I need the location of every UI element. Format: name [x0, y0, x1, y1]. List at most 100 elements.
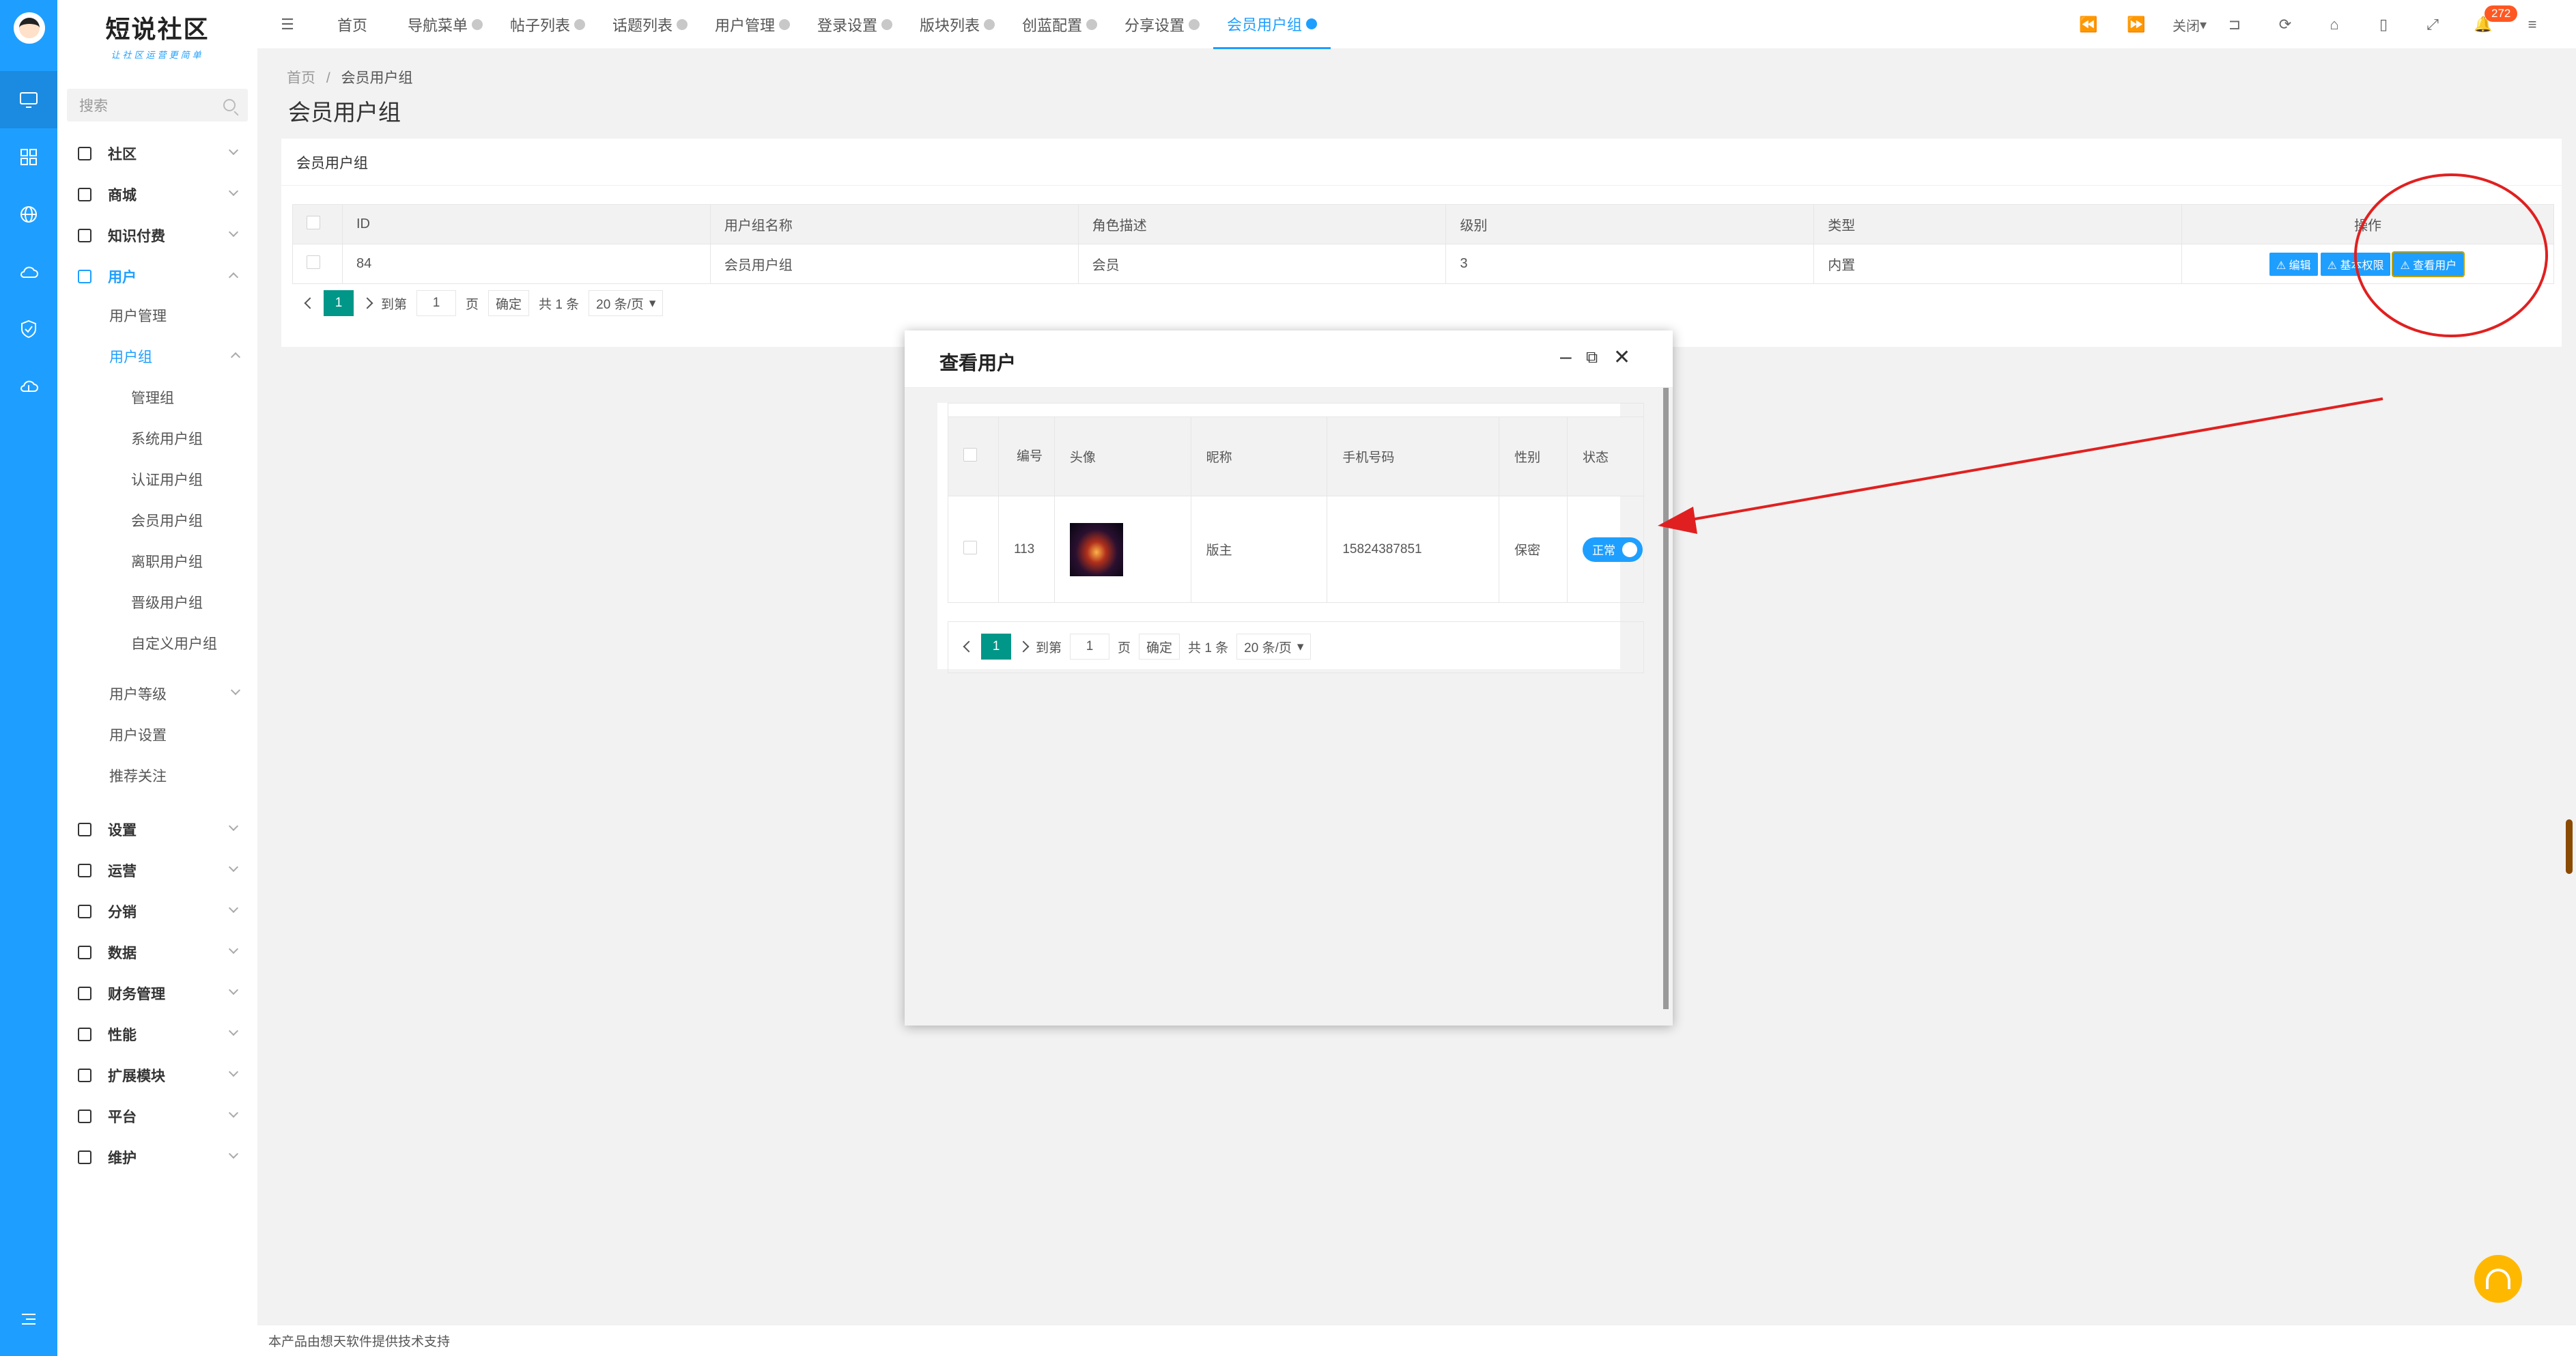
side-scroll-handle[interactable]: [2566, 819, 2573, 874]
headset-support-icon[interactable]: [2474, 1255, 2522, 1303]
view-users-button[interactable]: ⚠ 查看用户: [2392, 251, 2465, 277]
sidebar-item-maintenance[interactable]: 维护: [57, 1137, 257, 1178]
tab-chuanglan-config[interactable]: 创蓝配置: [1022, 0, 1098, 49]
fullscreen-icon[interactable]: ⤢: [2422, 14, 2444, 36]
basic-permission-button[interactable]: ⚠ 基本权限: [2320, 252, 2391, 276]
chevron-down-icon: [228, 145, 239, 156]
tab-member-group[interactable]: 会员用户组: [1213, 0, 1331, 49]
sidebar-item-distribution[interactable]: 分销: [57, 891, 257, 932]
cloud-upload-icon[interactable]: [0, 358, 57, 415]
menu-toggle-icon[interactable]: ☰: [277, 14, 298, 36]
bell-icon[interactable]: 🔔 272: [2472, 5, 2518, 36]
tab-next-icon[interactable]: ⏩: [2125, 14, 2147, 36]
goto-confirm-button[interactable]: 确定: [1139, 634, 1180, 660]
close-icon[interactable]: [881, 19, 893, 30]
breadcrumb-home[interactable]: 首页: [287, 70, 315, 86]
sidebar-item-user-level[interactable]: 用户等级: [109, 675, 246, 713]
tab-home[interactable]: 首页: [337, 0, 367, 49]
user-avatar-image[interactable]: [1069, 522, 1123, 576]
platform-icon: [78, 1110, 91, 1123]
row-checkbox-cell[interactable]: [292, 244, 343, 284]
goto-page-input[interactable]: 1: [416, 290, 457, 316]
grid-icon[interactable]: [0, 128, 57, 186]
row-checkbox[interactable]: [963, 540, 977, 554]
tab-login-settings[interactable]: 登录设置: [817, 0, 893, 49]
close-icon[interactable]: [1306, 18, 1318, 29]
sidebar-item-member-group[interactable]: 会员用户组: [131, 501, 203, 539]
sidebar-item-cert-group[interactable]: 认证用户组: [131, 460, 203, 498]
sidebar-item-recommend-follow[interactable]: 推荐关注: [109, 757, 167, 795]
row-checkbox[interactable]: [307, 255, 320, 269]
goto-confirm-button[interactable]: 确定: [488, 290, 530, 316]
close-icon[interactable]: [1189, 19, 1200, 30]
home-icon[interactable]: ⌂: [2323, 14, 2345, 36]
select-all-checkbox[interactable]: [963, 447, 977, 462]
goto-page-input[interactable]: 1: [1070, 634, 1110, 660]
tab-nav-menu[interactable]: 导航菜单: [408, 0, 483, 49]
sidebar-item-user-manage[interactable]: 用户管理: [109, 296, 167, 335]
close-tabs-dropdown[interactable]: 关闭 ▾: [2162, 14, 2217, 36]
prev-page-icon[interactable]: [304, 297, 316, 309]
collapse-menu-icon[interactable]: [0, 1290, 57, 1348]
sidebar-item-platform[interactable]: 平台: [57, 1096, 257, 1137]
close-icon[interactable]: [574, 19, 586, 30]
sidebar-item-extensions[interactable]: 扩展模块: [57, 1055, 257, 1096]
avatar[interactable]: [14, 12, 45, 44]
sidebar-item-admin-group[interactable]: 管理组: [131, 378, 174, 416]
sidebar-item-paid-knowledge[interactable]: 知识付费: [57, 215, 257, 256]
tab-user-manage[interactable]: 用户管理: [715, 0, 791, 49]
next-page-icon[interactable]: [1017, 640, 1030, 653]
more-menu-icon[interactable]: ≡: [2521, 14, 2543, 36]
next-page-icon[interactable]: [361, 297, 373, 309]
page-number-current[interactable]: 1: [981, 634, 1011, 660]
prev-page-icon[interactable]: [963, 640, 975, 653]
monitor-icon[interactable]: [0, 71, 57, 128]
header-checkbox[interactable]: [948, 416, 999, 496]
refresh-icon[interactable]: ⟳: [2274, 14, 2296, 36]
sidebar-item-user-settings[interactable]: 用户设置: [109, 716, 167, 754]
close-icon[interactable]: [984, 19, 995, 30]
brand-name: 短说社区: [105, 15, 210, 44]
sidebar-item-performance[interactable]: 性能: [57, 1014, 257, 1055]
mobile-icon[interactable]: ▯: [2373, 14, 2394, 36]
page-size-select[interactable]: 20 条/页 ▾: [589, 290, 664, 316]
sidebar-item-data[interactable]: 数据: [57, 932, 257, 973]
cloud-icon[interactable]: [0, 243, 57, 300]
close-icon[interactable]: ✕: [1613, 345, 1630, 369]
sidebar-item-user-group[interactable]: 用户组: [109, 337, 246, 376]
globe-icon[interactable]: [0, 186, 57, 243]
sidebar-item-system-group[interactable]: 系统用户组: [131, 419, 203, 457]
tab-share-settings[interactable]: 分享设置: [1124, 0, 1200, 49]
exit-icon[interactable]: ⊐: [2224, 14, 2246, 36]
search-input[interactable]: 搜索: [67, 89, 248, 122]
sidebar-item-mall[interactable]: 商城: [57, 174, 257, 215]
sidebar-item-resign-group[interactable]: 离职用户组: [131, 542, 203, 580]
dialog-scrollbar[interactable]: [1663, 388, 1669, 1009]
maximize-icon[interactable]: ⧉: [1586, 348, 1598, 367]
page-size-select[interactable]: 20 条/页 ▾: [1236, 634, 1312, 660]
minimize-icon[interactable]: –: [1560, 345, 1572, 369]
tab-board-list[interactable]: 版块列表: [920, 0, 995, 49]
cell-type: 内置: [1813, 244, 2183, 284]
sidebar-item-operation[interactable]: 运营: [57, 850, 257, 891]
sidebar-item-settings[interactable]: 设置: [57, 809, 257, 850]
tab-prev-icon[interactable]: ⏪: [2078, 14, 2099, 36]
close-icon[interactable]: [1086, 19, 1098, 30]
sidebar-item-finance[interactable]: 财务管理: [57, 973, 257, 1014]
sidebar-item-promo-group[interactable]: 晋级用户组: [131, 583, 203, 621]
select-all-checkbox[interactable]: [307, 215, 320, 229]
edit-button[interactable]: ⚠ 编辑: [2269, 252, 2318, 276]
close-icon[interactable]: [472, 19, 483, 30]
row-checkbox-cell[interactable]: [948, 496, 999, 603]
page-number-current[interactable]: 1: [324, 290, 354, 316]
tab-post-list[interactable]: 帖子列表: [510, 0, 586, 49]
close-icon[interactable]: [779, 19, 791, 30]
sidebar-item-community[interactable]: 社区: [57, 133, 257, 174]
header-checkbox[interactable]: [292, 204, 343, 244]
tab-topic-list[interactable]: 话题列表: [612, 0, 688, 49]
status-toggle[interactable]: 正常: [1582, 537, 1643, 562]
shield-icon[interactable]: [0, 300, 57, 358]
close-icon[interactable]: [677, 19, 688, 30]
sidebar-item-user[interactable]: 用户: [57, 256, 257, 297]
sidebar-item-custom-group[interactable]: 自定义用户组: [131, 624, 217, 662]
